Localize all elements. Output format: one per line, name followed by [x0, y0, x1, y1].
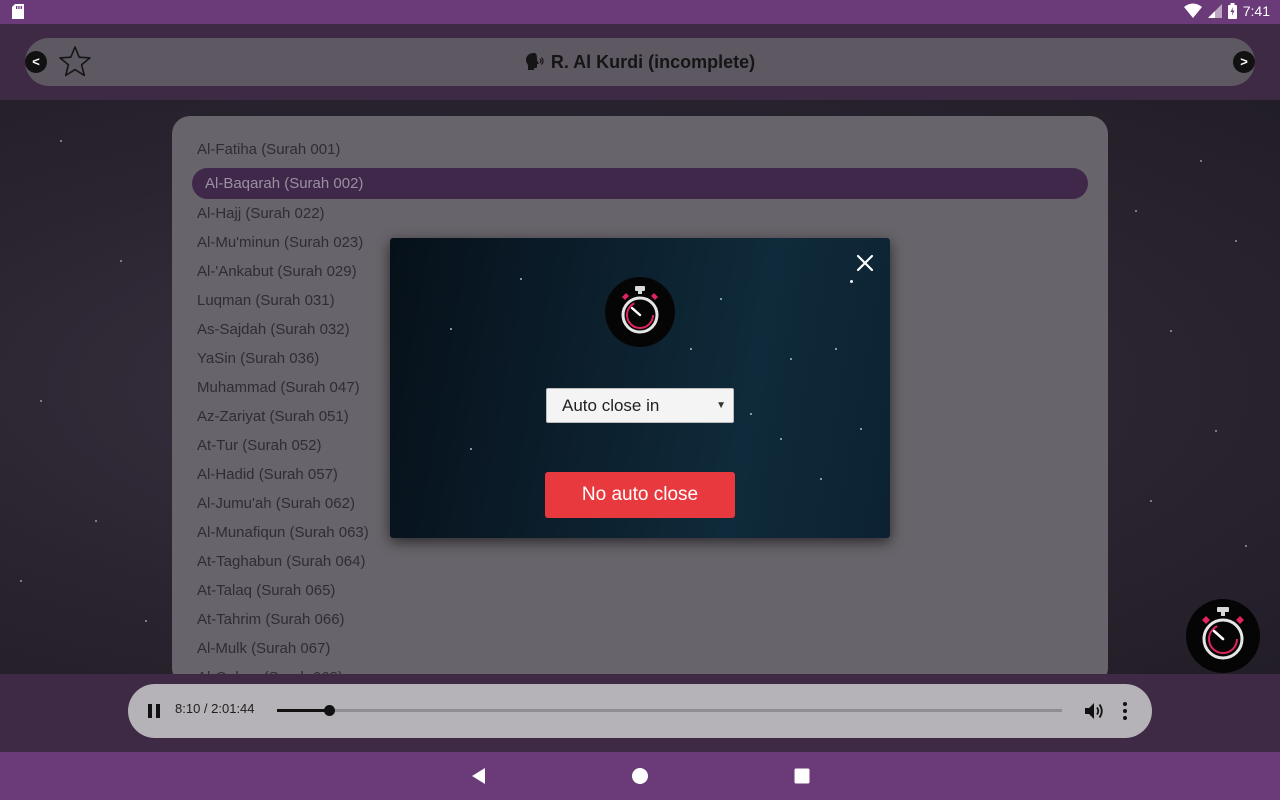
clock: 7:41 [1242, 3, 1270, 19]
app-bar: < R. Al Kurdi (incomplete) > [0, 24, 1280, 100]
reciter-title: R. Al Kurdi (incomplete) [550, 51, 756, 72]
surah-list-item[interactable]: Al-Baqarah (Surah 002) [192, 168, 1088, 199]
playback-time: 8:10 / 2:01:44 [175, 701, 255, 716]
surah-list-item[interactable]: Al-Fatiha (Surah 001) [172, 137, 1108, 166]
seek-thumb[interactable] [323, 705, 335, 716]
title-group: R. Al Kurdi (incomplete) [25, 38, 1255, 86]
surah-list-item[interactable]: At-Talaq (Surah 065) [172, 578, 1108, 607]
sleep-timer-dialog: Auto close in ▼ No auto close [390, 238, 890, 538]
seek-bar[interactable] [277, 705, 1062, 716]
volume-icon[interactable] [1083, 700, 1105, 722]
more-vert-icon[interactable] [1120, 700, 1130, 722]
dropdown-arrow-icon: ▼ [716, 400, 726, 411]
navigation-bar [0, 752, 1280, 800]
timer-icon [605, 277, 675, 347]
recents-icon[interactable] [792, 766, 812, 786]
home-icon[interactable] [630, 766, 650, 786]
close-icon[interactable] [854, 252, 876, 274]
signal-icon [1207, 4, 1222, 18]
sd-card-icon [12, 4, 24, 19]
surah-list-item[interactable]: Al-Mulk (Surah 067) [172, 636, 1108, 665]
wifi-icon [1183, 3, 1202, 18]
pause-icon[interactable] [146, 702, 162, 720]
reciter-icon [525, 53, 544, 70]
timer-icon[interactable] [1185, 598, 1261, 674]
reciter-header: < R. Al Kurdi (incomplete) > [25, 38, 1255, 86]
surah-list-item[interactable]: At-Taghabun (Surah 064) [172, 549, 1108, 578]
status-bar: 7:41 [0, 0, 1280, 24]
player-bar: 8:10 / 2:01:44 [0, 674, 1280, 752]
no-auto-close-button[interactable]: No auto close [545, 472, 735, 518]
auto-close-select-value: Auto close in [562, 396, 660, 415]
audio-player: 8:10 / 2:01:44 [128, 684, 1152, 738]
surah-list-item[interactable]: At-Tahrim (Surah 066) [172, 607, 1108, 636]
battery-icon [1227, 3, 1237, 19]
next-reciter-button[interactable]: > [1233, 51, 1255, 73]
seek-progress [277, 709, 330, 712]
back-icon[interactable] [469, 766, 489, 786]
surah-list-item[interactable]: Al-Hajj (Surah 022) [172, 201, 1108, 230]
auto-close-select[interactable]: Auto close in ▼ [546, 388, 734, 423]
